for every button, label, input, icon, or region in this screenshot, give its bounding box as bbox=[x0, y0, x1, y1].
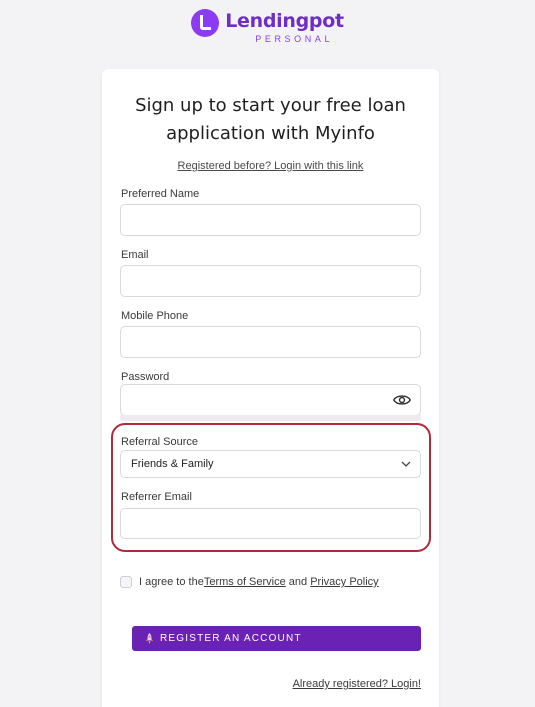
brand-header: Lendingpot PERSONAL bbox=[0, 8, 535, 44]
register-button-label: REGISTER AN ACCOUNT bbox=[160, 633, 302, 644]
privacy-policy-link[interactable]: Privacy Policy bbox=[310, 576, 378, 588]
terms-checkbox[interactable] bbox=[120, 576, 132, 588]
register-account-button[interactable]: REGISTER AN ACCOUNT bbox=[132, 626, 421, 651]
brand-logo[interactable]: Lendingpot PERSONAL bbox=[191, 8, 344, 44]
terms-agree-row: I agree to the Terms of Service and Priv… bbox=[120, 576, 379, 588]
preferred-name-input[interactable] bbox=[120, 204, 421, 236]
brand-subtitle: PERSONAL bbox=[255, 34, 334, 44]
mobile-phone-input[interactable] bbox=[120, 326, 421, 358]
login-with-link[interactable]: Registered before? Login with this link bbox=[102, 160, 439, 172]
agree-prefix-text: I agree to the bbox=[139, 576, 204, 588]
mobile-phone-label: Mobile Phone bbox=[121, 310, 189, 322]
email-input[interactable] bbox=[120, 265, 421, 297]
page-title: Sign up to start your free loan applicat… bbox=[135, 95, 406, 144]
email-label: Email bbox=[121, 249, 149, 261]
lendingpot-logo-icon bbox=[191, 9, 220, 37]
preferred-name-label: Preferred Name bbox=[121, 188, 200, 200]
password-input[interactable] bbox=[120, 384, 421, 416]
eye-icon[interactable] bbox=[393, 392, 411, 408]
brand-name: Lendingpot bbox=[225, 10, 344, 32]
password-strength-bar bbox=[120, 415, 421, 421]
password-label: Password bbox=[121, 371, 170, 383]
agree-middle-text: and bbox=[285, 576, 311, 588]
referral-highlight-box bbox=[111, 423, 431, 552]
already-registered-link[interactable]: Already registered? Login! bbox=[102, 678, 421, 690]
terms-of-service-link[interactable]: Terms of Service bbox=[204, 576, 286, 588]
rocket-icon bbox=[145, 633, 154, 644]
